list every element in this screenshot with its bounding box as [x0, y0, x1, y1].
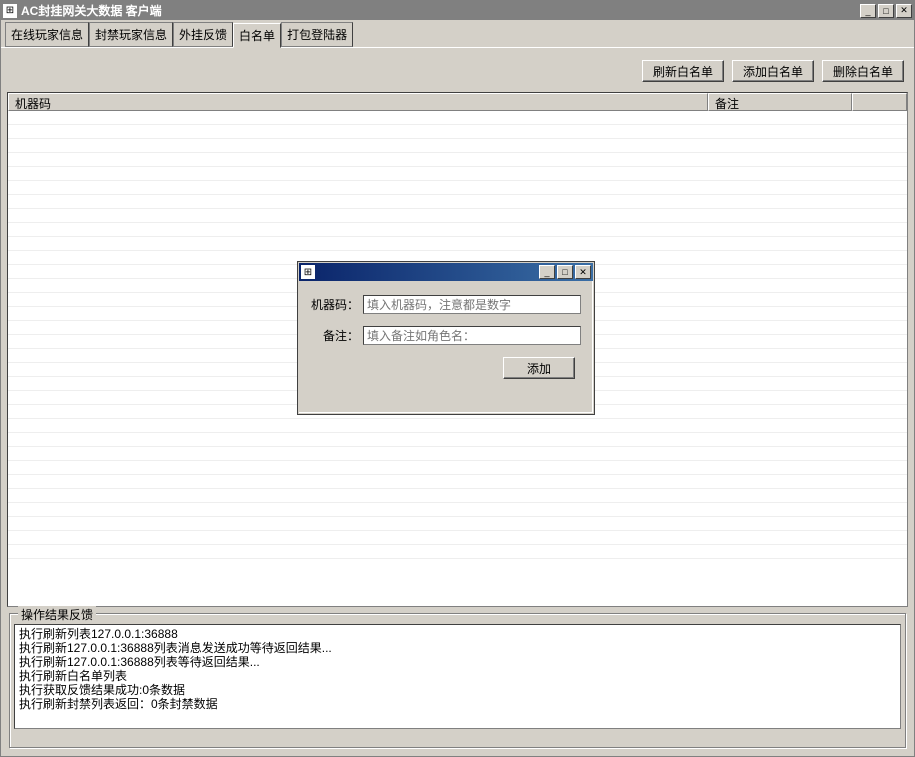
tab-whitelist[interactable]: 白名单 — [233, 23, 281, 48]
refresh-whitelist-button[interactable]: 刷新白名单 — [642, 60, 724, 82]
dialog-maximize-button[interactable]: □ — [557, 265, 573, 279]
remark-label: 备注： — [311, 327, 359, 344]
feedback-groupbox: 操作结果反馈 执行刷新列表127.0.0.1:36888 执行刷新127.0.0… — [9, 613, 906, 748]
table-row — [8, 489, 907, 503]
col-spacer — [852, 93, 907, 111]
table-row — [8, 153, 907, 167]
window-controls: _ □ ✕ — [860, 4, 912, 18]
dialog-add-button[interactable]: 添加 — [503, 357, 575, 379]
dialog-icon: ⊞ — [301, 265, 315, 279]
dialog-body: 机器码： 备注： 添加 — [299, 281, 593, 387]
table-row — [8, 237, 907, 251]
table-row — [8, 125, 907, 139]
main-titlebar: ⊞ AC封挂网关大数据 客户端 _ □ ✕ — [1, 1, 914, 20]
window-title: AC封挂网关大数据 客户端 — [21, 2, 860, 19]
remark-input[interactable] — [363, 326, 581, 345]
table-row — [8, 531, 907, 545]
machine-code-input[interactable] — [363, 295, 581, 314]
table-row — [8, 461, 907, 475]
tab-online-players[interactable]: 在线玩家信息 — [5, 22, 89, 47]
tab-pack-launcher[interactable]: 打包登陆器 — [281, 22, 353, 47]
toolbar: 刷新白名单 添加白名单 删除白名单 — [7, 54, 908, 92]
table-row — [8, 517, 907, 531]
feedback-label: 操作结果反馈 — [18, 606, 96, 623]
dialog-minimize-button[interactable]: _ — [539, 265, 555, 279]
tab-banned-players[interactable]: 封禁玩家信息 — [89, 22, 173, 47]
table-row — [8, 195, 907, 209]
table-row — [8, 433, 907, 447]
add-whitelist-dialog: ⊞ _ □ ✕ 机器码： 备注： 添加 — [298, 262, 594, 414]
maximize-button[interactable]: □ — [878, 4, 894, 18]
table-row — [8, 181, 907, 195]
table-header: 机器码 备注 — [8, 93, 907, 111]
add-whitelist-button[interactable]: 添加白名单 — [732, 60, 814, 82]
table-row — [8, 139, 907, 153]
col-remark[interactable]: 备注 — [708, 93, 852, 111]
close-button[interactable]: ✕ — [896, 4, 912, 18]
feedback-log[interactable]: 执行刷新列表127.0.0.1:36888 执行刷新127.0.0.1:3688… — [14, 624, 901, 729]
table-row — [8, 111, 907, 125]
tabs: 在线玩家信息 封禁玩家信息 外挂反馈 白名单 打包登陆器 — [1, 20, 914, 47]
dialog-buttons: 添加 — [311, 357, 581, 379]
machine-code-row: 机器码： — [311, 295, 581, 314]
table-row — [8, 475, 907, 489]
table-row — [8, 167, 907, 181]
table-row — [8, 223, 907, 237]
minimize-button[interactable]: _ — [860, 4, 876, 18]
dialog-close-button[interactable]: ✕ — [575, 265, 591, 279]
tab-cheat-feedback[interactable]: 外挂反馈 — [173, 22, 233, 47]
table-row — [8, 545, 907, 559]
machine-code-label: 机器码： — [311, 296, 359, 313]
table-row — [8, 447, 907, 461]
col-machine-code[interactable]: 机器码 — [8, 93, 708, 111]
dialog-window-controls: _ □ ✕ — [539, 265, 591, 279]
dialog-titlebar[interactable]: ⊞ _ □ ✕ — [299, 263, 593, 281]
delete-whitelist-button[interactable]: 删除白名单 — [822, 60, 904, 82]
app-icon: ⊞ — [3, 4, 17, 18]
remark-row: 备注： — [311, 326, 581, 345]
table-row — [8, 209, 907, 223]
table-row — [8, 503, 907, 517]
table-row — [8, 419, 907, 433]
